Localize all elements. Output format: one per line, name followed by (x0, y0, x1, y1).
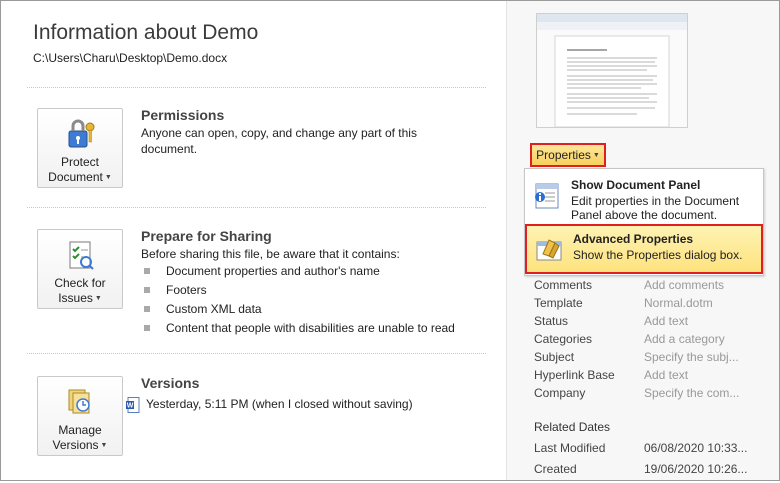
bullet-icon (144, 306, 150, 312)
list-item: Content that people with disabilities ar… (141, 321, 455, 340)
bullet-icon (144, 325, 150, 331)
property-value[interactable]: Specify the subj... (644, 350, 739, 364)
permissions-heading: Permissions (141, 107, 225, 123)
page-title: Information about Demo (33, 21, 259, 44)
permissions-section: Protect Document ▼ Permissions Anyone can… (25, 106, 485, 196)
property-row-comments: Comments Add comments (534, 278, 725, 292)
divider (27, 87, 486, 88)
versions-label-1: Manage (58, 423, 102, 437)
check-label-1: Check for (54, 276, 106, 290)
sharing-heading: Prepare for Sharing (141, 228, 272, 244)
list-item: Custom XML data (141, 302, 455, 321)
date-value: 06/08/2020 10:33... (644, 441, 748, 455)
check-for-issues-button[interactable]: Check for Issues ▼ (37, 229, 123, 309)
versions-icon (68, 389, 90, 414)
properties-menu: Show Document Panel Edit properties in t… (524, 168, 764, 276)
bullet-icon (144, 287, 150, 293)
advanced-properties-icon (536, 239, 562, 261)
property-value[interactable]: Specify the com... (644, 386, 739, 400)
property-row-categories: Categories Add a category (534, 332, 725, 346)
properties-panel: Properties ▼ Show Document Panel Edit pro… (506, 1, 779, 480)
properties-dropdown-button[interactable]: Properties ▼ (530, 143, 606, 167)
document-thumbnail[interactable] (536, 13, 688, 128)
sharing-intro: Before sharing this file, be aware that … (141, 247, 400, 261)
versions-section: Manage Versions ▼ Versions (25, 374, 485, 464)
version-entry[interactable]: W Yesterday, 5:11 PM (when I closed with… (126, 397, 413, 413)
versions-label-2: Versions (52, 438, 99, 452)
property-value[interactable]: Add a category (644, 332, 725, 346)
date-row-created: Created 19/06/2020 10:26... (534, 462, 748, 476)
manage-versions-button[interactable]: Manage Versions ▼ (37, 376, 123, 456)
version-entry-text: Yesterday, 5:11 PM (when I closed withou… (146, 397, 413, 412)
property-row-subject: Subject Specify the subj... (534, 350, 739, 364)
dropdown-caret-icon: ▼ (94, 295, 102, 303)
properties-list: Comments Add comments Template Normal.dotm… (534, 278, 774, 404)
menu-item-advanced-properties[interactable]: Advanced Properties Show the Properties … (525, 224, 763, 274)
file-path: C:\Users\Charu\Desktop\Demo.docx (33, 51, 228, 65)
word-document-icon: W (126, 397, 140, 413)
date-value: 19/06/2020 10:26... (644, 462, 748, 476)
date-row-last-modified: Last Modified 06/08/2020 10:33... (534, 441, 748, 455)
property-value[interactable]: Add comments (644, 278, 724, 292)
sharing-list: Document properties and author's name Fo… (141, 264, 455, 340)
divider (27, 353, 486, 354)
permissions-text: Anyone can open, copy, and change any pa… (141, 126, 417, 156)
list-item: Footers (141, 283, 455, 302)
property-row-status: Status Add text (534, 314, 689, 328)
protect-document-button[interactable]: Protect Document ▼ (37, 108, 123, 188)
property-value[interactable]: Add text (644, 368, 688, 382)
menu-item-description: Edit properties in the Document Panel ab… (571, 194, 740, 222)
menu-item-title: Show Document Panel (571, 178, 701, 192)
menu-item-title: Advanced Properties (573, 232, 694, 246)
checklist-icon (69, 241, 94, 270)
divider (27, 207, 486, 208)
protect-label-1: Protect (60, 155, 99, 169)
list-item: Document properties and author's name (141, 264, 455, 283)
dropdown-caret-icon: ▼ (100, 442, 108, 450)
properties-label: Properties (536, 148, 591, 162)
protect-label-2: Document (48, 170, 103, 184)
info-panel: Information about Demo C:\Users\Charu\De… (1, 1, 506, 480)
thumbnail-preview (537, 14, 687, 128)
property-value[interactable]: Add text (644, 314, 688, 328)
svg-text:W: W (127, 403, 134, 410)
property-row-company: Company Specify the com... (534, 386, 740, 400)
bullet-icon (144, 268, 150, 274)
check-label-2: Issues (58, 291, 93, 305)
document-panel-icon (535, 183, 559, 209)
sharing-section: Check for Issues ▼ Prepare for Sharing Be… (25, 227, 485, 347)
related-dates-list: Last Modified 06/08/2020 10:33... Created… (534, 441, 774, 483)
property-value: Normal.dotm (644, 296, 713, 310)
dropdown-caret-icon: ▼ (104, 174, 112, 182)
menu-item-show-document-panel[interactable]: Show Document Panel Edit properties in t… (525, 172, 763, 222)
menu-item-description: Show the Properties dialog box. (573, 248, 743, 262)
property-row-hyperlink-base: Hyperlink Base Add text (534, 368, 689, 382)
lock-key-icon (68, 119, 95, 148)
versions-heading: Versions (141, 375, 200, 391)
chevron-down-icon: ▼ (592, 151, 600, 159)
related-dates-heading: Related Dates (534, 420, 611, 434)
property-row-template: Template Normal.dotm (534, 296, 713, 310)
